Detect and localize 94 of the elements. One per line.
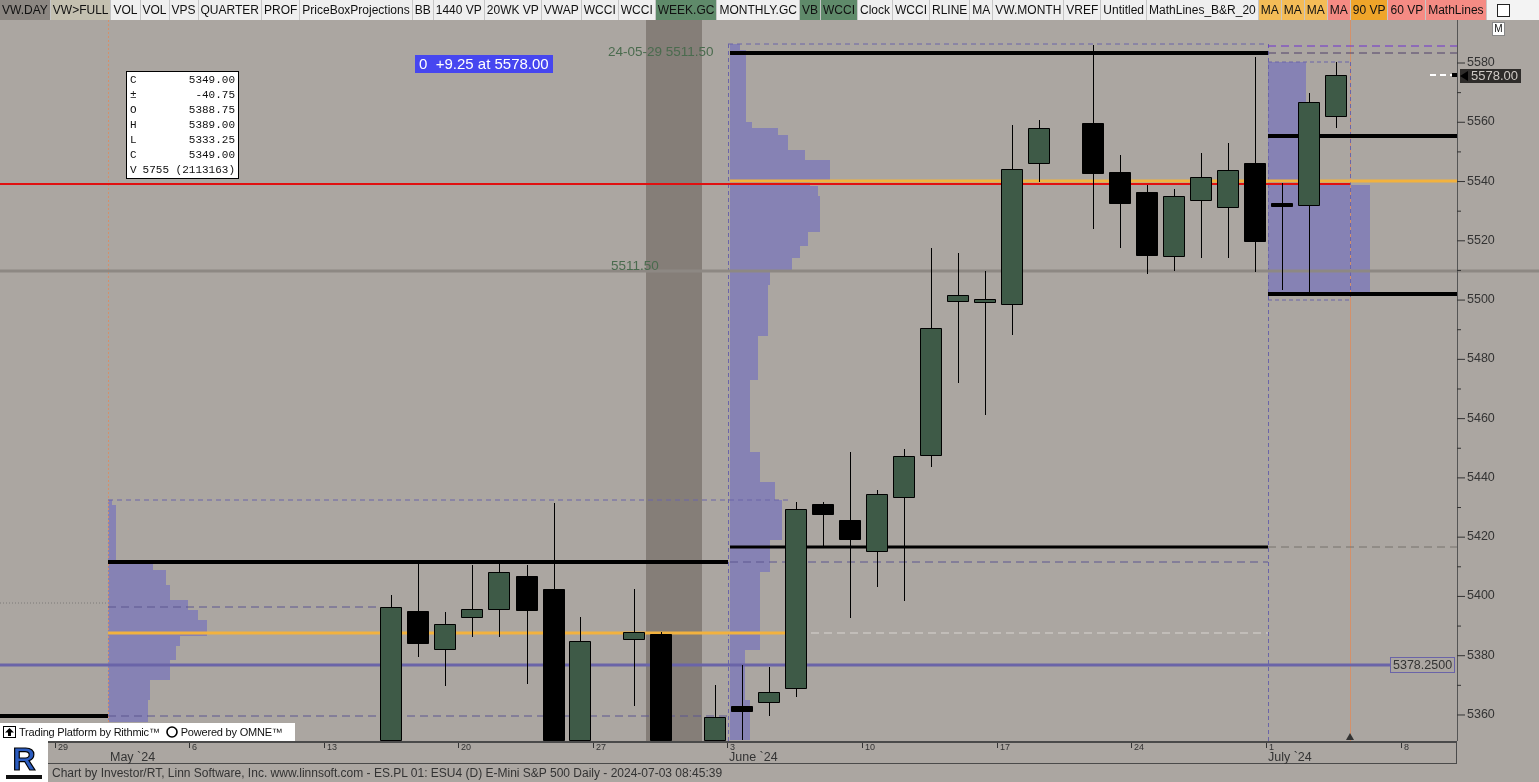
ring-icon [165, 726, 178, 738]
toolbar-button[interactable]: VB [799, 0, 821, 20]
toolbar-button[interactable]: VWAP [541, 0, 582, 20]
price-level-label: 5378.2500 [1390, 657, 1456, 673]
profile-label: 24-05-29 5511.50 [608, 45, 714, 59]
toolbar-button[interactable]: VREF [1064, 0, 1102, 20]
toolbar-button[interactable]: QUARTER [198, 0, 262, 20]
price-axis-label: 5400 [1467, 589, 1495, 602]
toolbar-button[interactable]: WCCI [618, 0, 656, 20]
toolbar-button[interactable]: VW.DAY [0, 0, 51, 20]
data-value: 5755 (2113163) [142, 163, 236, 178]
toolbar-button[interactable]: BB [412, 0, 434, 20]
data-label: V [130, 163, 137, 178]
month-label: May `24 [110, 751, 156, 763]
data-value: 5333.25 [188, 133, 236, 148]
candlestick [1325, 61, 1347, 129]
status-text: Chart by Investor/RT, Linn Software, Inc. www.linnsoft.com - ES.PL 01: ESU4 (D) E-Mini S&P 500 Daily - 2024-07-03 08:45:39 [51, 765, 724, 782]
date-tick-label: 17 [1000, 743, 1010, 751]
toolbar-button[interactable]: WEEK.GC [655, 0, 718, 20]
toolbar-button[interactable]: WCCI [893, 0, 930, 20]
price-axis-label: 5360 [1467, 707, 1495, 720]
toolbar-button[interactable]: 1440 VP [433, 0, 485, 20]
data-value: 5349.00 [188, 148, 236, 163]
toolbar-button[interactable]: WCCI [821, 0, 858, 20]
date-tick-label: 8 [1404, 743, 1409, 751]
date-tick-label: 1 [1269, 743, 1274, 751]
candlestick [704, 684, 726, 741]
toolbar-button[interactable]: MA [1258, 0, 1282, 20]
toolbar-button[interactable]: MathLines [1426, 0, 1487, 20]
toolbar-button[interactable]: VPS [169, 0, 199, 20]
price-axis-label: 5540 [1467, 174, 1495, 187]
price-axis-label: 5500 [1467, 293, 1495, 306]
powered-by-text: Powered by OMNE™ [180, 726, 283, 738]
date-tick-label: 6 [192, 743, 197, 751]
arrow-box-icon [3, 726, 16, 738]
toolbar-button[interactable]: VW.MONTH [993, 0, 1065, 20]
toolbar-button[interactable]: 60 VP [1388, 0, 1427, 20]
toolbar-button[interactable]: Untitled [1101, 0, 1148, 20]
last-price-tag: 5578.00 [1460, 69, 1521, 83]
date-tick-label: 27 [596, 743, 606, 751]
data-label: L [130, 133, 137, 148]
toolbar-button[interactable]: MA [1304, 0, 1328, 20]
toolbar-button[interactable]: PROF [262, 0, 301, 20]
triangle-icon [1346, 733, 1354, 740]
logo: R [0, 741, 48, 782]
candlestick [758, 666, 780, 717]
candlestick [1028, 119, 1050, 183]
data-label: ± [130, 88, 137, 103]
date-tick-label: 10 [865, 743, 875, 751]
price-change-label: 0 +9.25 at 5578.00 [415, 55, 553, 73]
price-axis-label: 5580 [1467, 56, 1495, 68]
price-axis-label: 5480 [1467, 352, 1495, 365]
data-value: 5389.00 [188, 118, 236, 133]
dashed-line [1429, 74, 1453, 76]
toolbar-button[interactable]: WCCI [581, 0, 619, 20]
price-axis-label: 5380 [1467, 648, 1495, 661]
toolbar-button[interactable]: MathLines_B&R_20 [1147, 0, 1259, 20]
month-label: June `24 [729, 751, 778, 763]
toolbar-button[interactable]: MONTHLY.GC [717, 0, 800, 20]
toolbar-button[interactable]: 20WK VP [484, 0, 542, 20]
toolbar-button[interactable]: 90 VP [1350, 0, 1389, 20]
price-axis-label: 5460 [1467, 411, 1495, 424]
square-icon[interactable] [1496, 4, 1510, 17]
profile-label: 5511.50 [611, 259, 659, 273]
toolbar-button[interactable]: VOL [140, 0, 170, 20]
marker-label: M [1492, 22, 1505, 36]
month-label: July `24 [1268, 751, 1312, 763]
date-tick-label: 3 [730, 743, 735, 751]
toolbar-button[interactable]: RLINE [930, 0, 971, 20]
toolbar-button[interactable]: VW>FULL [50, 0, 112, 20]
data-label: H [130, 118, 137, 133]
data-label: C [130, 148, 137, 163]
data-value: -40.75 [195, 88, 236, 103]
toolbar-button[interactable]: PriceBoxProjections [300, 0, 413, 20]
toolbar-button[interactable]: MA [1327, 0, 1351, 20]
data-value: 5388.75 [188, 103, 236, 118]
data-label: C [130, 73, 137, 88]
price-axis-label: 5560 [1467, 115, 1495, 128]
price-axis-label: 5420 [1467, 530, 1495, 543]
toolbar-button[interactable]: MA [970, 0, 994, 20]
price-axis-label: 5520 [1467, 233, 1495, 246]
date-tick-label: 24 [1134, 743, 1144, 751]
platform-text: Trading Platform by Rithmic™ [19, 726, 160, 738]
date-tick-label: 20 [461, 743, 471, 751]
square-marker-icon [1452, 73, 1457, 77]
date-tick-label: 13 [327, 743, 337, 751]
data-label: O [130, 103, 137, 118]
price-axis-label: 5440 [1467, 470, 1495, 483]
toolbar-button[interactable]: VOL [111, 0, 141, 20]
date-tick-label: 29 [58, 743, 68, 751]
data-value: 5349.00 [188, 73, 236, 88]
toolbar-button[interactable]: MA [1281, 0, 1305, 20]
toolbar-button[interactable]: Clock [858, 0, 893, 20]
candlestick [812, 501, 834, 548]
